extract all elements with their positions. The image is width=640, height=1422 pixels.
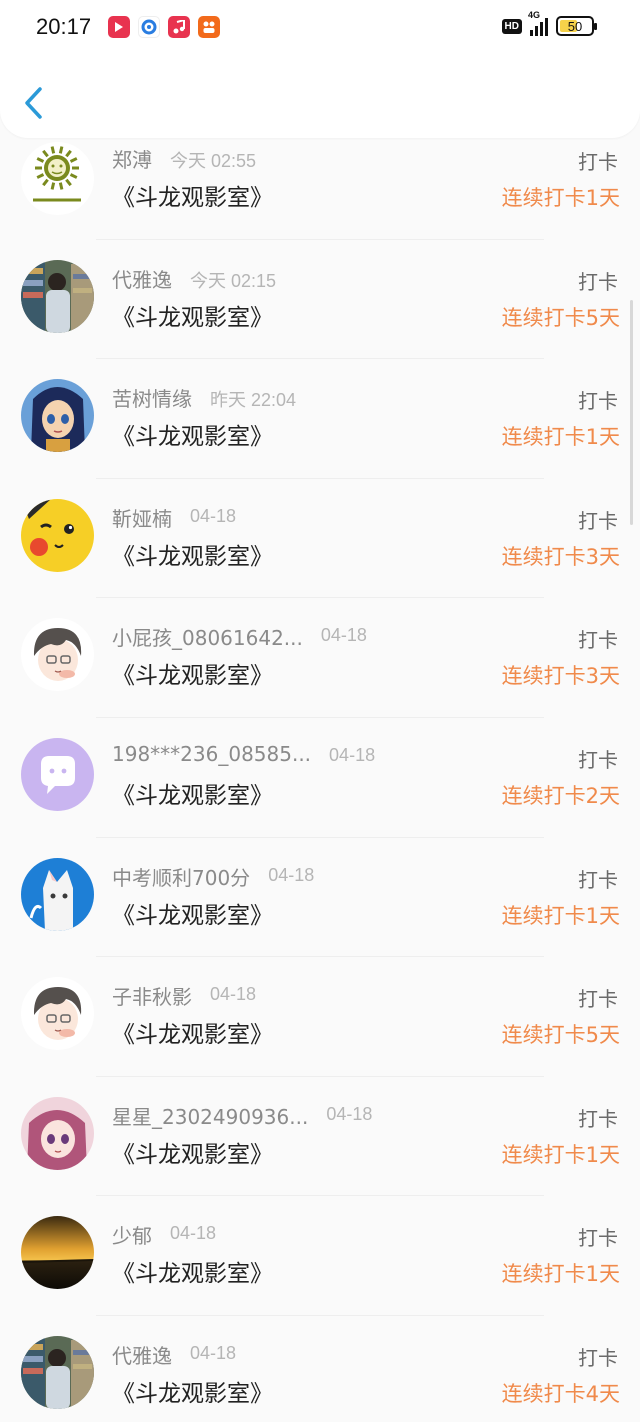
checkin-label: 打卡	[578, 508, 618, 533]
list-item[interactable]: 子非秋影 04-18 《斗龙观影室》 打卡连续打卡5天	[0, 957, 640, 1077]
list-item[interactable]: 中考顺利700分 04-18 《斗龙观影室》 打卡连续打卡1天	[0, 838, 640, 958]
status-bar: 20:17 HD 4G 50	[0, 0, 640, 58]
checkin-time: 04-18	[210, 984, 257, 1005]
group-title[interactable]: 《斗龙观影室》	[112, 298, 273, 332]
group-title[interactable]: 《斗龙观影室》	[112, 178, 273, 212]
pikachu-avatar[interactable]	[21, 498, 94, 572]
notification-icons	[108, 16, 220, 38]
user-name[interactable]: 郑溥	[112, 144, 152, 173]
pink-hair-girl-avatar[interactable]	[21, 1096, 94, 1170]
checkin-time: 今天 02:55	[170, 151, 257, 171]
streak-label: 连续打卡1天	[501, 1142, 620, 1167]
status-time: 20:17	[36, 14, 92, 39]
group-title[interactable]: 《斗龙观影室》	[112, 1254, 273, 1288]
top-header: 20:17 HD 4G 50	[0, 0, 640, 138]
checkin-time: 04-18	[320, 625, 367, 646]
streak-label: 连续打卡1天	[501, 1262, 620, 1287]
group-title[interactable]: 《斗龙观影室》	[112, 1374, 273, 1408]
checkin-label: 打卡	[578, 1106, 618, 1131]
scrollbar[interactable]	[630, 300, 633, 525]
user-name[interactable]: 代雅逸	[112, 264, 172, 293]
group-title[interactable]: 《斗龙观影室》	[112, 776, 273, 810]
hd-badge: HD	[501, 18, 522, 34]
group-title[interactable]: 《斗龙观影室》	[112, 1135, 273, 1169]
streak-label: 连续打卡3天	[501, 664, 620, 689]
streak-label: 连续打卡4天	[501, 1381, 620, 1406]
group-title[interactable]: 《斗龙观影室》	[112, 896, 273, 930]
checkin-time: 04-18	[268, 864, 315, 885]
list-item[interactable]: 198***236_08585... 04-18 《斗龙观影室》 打卡连续打卡2天	[0, 718, 640, 838]
checkin-label: 打卡	[578, 628, 618, 653]
checkin-label: 打卡	[578, 987, 618, 1012]
checkin-label: 打卡	[578, 389, 618, 414]
checkin-time: 今天 02:15	[190, 270, 277, 291]
user-name[interactable]: 小屁孩_08061642...	[112, 622, 303, 651]
checkin-list: 郑溥 今天 02:55 《斗龙观影室》 打卡 连续打卡1天 代雅逸 今天 02:15 《斗龙观…	[0, 120, 640, 1422]
streak-label: 连续打卡1天	[501, 903, 620, 928]
user-name[interactable]: 中考顺利700分	[112, 862, 250, 891]
checkin-label: 打卡	[578, 150, 618, 174]
checkin-time: 昨天 22:04	[210, 390, 297, 411]
checkin-label: 打卡	[578, 1345, 618, 1370]
checkin-label: 打卡	[578, 269, 618, 294]
sunset-avatar[interactable]	[21, 1216, 94, 1290]
status-right: HD 4G 50	[501, 10, 597, 36]
cartoon-boy-avatar[interactable]	[21, 977, 94, 1051]
checkin-time: 04-18	[190, 1342, 237, 1363]
group-title[interactable]: 《斗龙观影室》	[112, 1015, 273, 1049]
checkin-label: 打卡	[578, 747, 618, 772]
bookstore-photo-avatar[interactable]	[21, 259, 94, 333]
list-item[interactable]: 星星_2302490936... 04-18 《斗龙观影室》 打卡连续打卡1天	[0, 1077, 640, 1197]
user-name[interactable]: 苦树情缘	[112, 383, 192, 412]
checkin-time: 04-18	[190, 505, 237, 526]
bookstore-photo-avatar[interactable]	[21, 1335, 94, 1409]
cartoon-boy-avatar[interactable]	[21, 618, 94, 692]
user-name[interactable]: 少郁	[112, 1220, 152, 1249]
chevron-left-icon	[25, 87, 42, 119]
checkin-time: 04-18	[329, 744, 376, 765]
list-item[interactable]: 代雅逸 04-18 《斗龙观影室》 打卡连续打卡4天	[0, 1316, 640, 1422]
signal-icon: 4G	[528, 10, 548, 36]
user-name[interactable]: 星星_2302490936...	[112, 1101, 308, 1130]
list-item[interactable]: 少郁 04-18 《斗龙观影室》 打卡连续打卡1天	[0, 1196, 640, 1316]
browser-app-icon	[138, 16, 160, 38]
streak-label: 连续打卡5天	[501, 305, 620, 330]
photo-app-icon	[198, 16, 220, 38]
group-title[interactable]: 《斗龙观影室》	[112, 656, 273, 690]
group-title[interactable]: 《斗龙观影室》	[112, 417, 273, 451]
streak-label: 连续打卡2天	[501, 783, 620, 808]
checkin-label: 打卡	[578, 1226, 618, 1251]
default-chat-avatar[interactable]	[21, 737, 94, 811]
cat-boy-avatar[interactable]	[21, 857, 94, 931]
back-button[interactable]	[22, 86, 46, 120]
streak-label: 连续打卡3天	[501, 544, 620, 569]
streak-label: 连续打卡1天	[501, 425, 620, 450]
checkin-time: 04-18	[326, 1103, 373, 1124]
user-name[interactable]: 代雅逸	[112, 1340, 172, 1369]
group-title[interactable]: 《斗龙观影室》	[112, 537, 273, 571]
battery-icon: 50	[556, 16, 597, 36]
list-item[interactable]: 代雅逸 今天 02:15 《斗龙观影室》 打卡连续打卡5天	[0, 240, 640, 360]
list-item[interactable]: 靳娅楠 04-18 《斗龙观影室》 打卡连续打卡3天	[0, 479, 640, 599]
music-app-icon	[168, 16, 190, 38]
list-item[interactable]: 苦树情缘 昨天 22:04 《斗龙观影室》 打卡连续打卡1天	[0, 359, 640, 479]
video-app-icon	[108, 16, 130, 38]
user-name[interactable]: 198***236_08585...	[112, 742, 311, 766]
checkin-time: 04-18	[170, 1223, 217, 1244]
list-item[interactable]: 小屁孩_08061642... 04-18 《斗龙观影室》 打卡连续打卡3天	[0, 598, 640, 718]
checkin-label: 打卡	[578, 867, 618, 892]
user-name[interactable]: 靳娅楠	[112, 503, 172, 532]
screen: 20:17 HD 4G 50 郑溥 今天 02:55 《斗龙观影室》 打卡 连续…	[0, 0, 640, 1422]
anime-girl-avatar[interactable]	[21, 379, 94, 453]
streak-label: 连续打卡1天	[501, 186, 620, 210]
streak-label: 连续打卡5天	[501, 1023, 620, 1048]
user-name[interactable]: 子非秋影	[112, 981, 192, 1010]
sun-logo-avatar[interactable]	[21, 142, 94, 215]
